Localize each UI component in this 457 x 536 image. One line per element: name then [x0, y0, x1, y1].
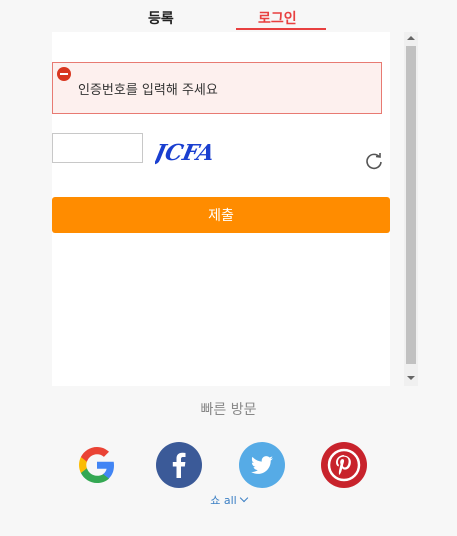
twitter-login-button[interactable] [239, 442, 285, 488]
error-icon [57, 67, 71, 81]
twitter-icon [251, 456, 273, 474]
tab-register[interactable]: 등록 [148, 8, 174, 28]
captcha-image: JCFA [155, 140, 217, 166]
submit-button[interactable]: 제출 [52, 197, 390, 233]
pinterest-login-button[interactable] [321, 442, 367, 488]
show-all-label: 쇼 all [210, 494, 237, 507]
scroll-down-icon[interactable] [407, 376, 415, 380]
error-message: 인증번호를 입력해 주세요 [78, 83, 218, 98]
chevron-down-icon [239, 493, 248, 503]
quick-visit-title: 빠른 방문 [200, 402, 257, 418]
pinterest-icon [327, 448, 361, 482]
facebook-login-button[interactable] [156, 442, 202, 488]
scrollbar[interactable] [404, 32, 418, 386]
refresh-icon[interactable] [363, 150, 385, 172]
google-login-button[interactable] [74, 442, 120, 488]
auth-tabs: 등록 로그인 [0, 0, 457, 32]
captcha-text: JCFA [155, 140, 217, 166]
tab-login[interactable]: 로그인 [258, 8, 297, 28]
captcha-input[interactable] [52, 133, 143, 163]
scroll-thumb[interactable] [406, 46, 416, 364]
google-icon [79, 447, 114, 483]
show-all-link[interactable]: 쇼 all [0, 492, 457, 508]
scroll-up-icon[interactable] [407, 36, 415, 40]
error-message-box: 인증번호를 입력해 주세요 [52, 62, 382, 114]
facebook-icon [172, 452, 186, 478]
active-tab-underline [236, 28, 326, 30]
